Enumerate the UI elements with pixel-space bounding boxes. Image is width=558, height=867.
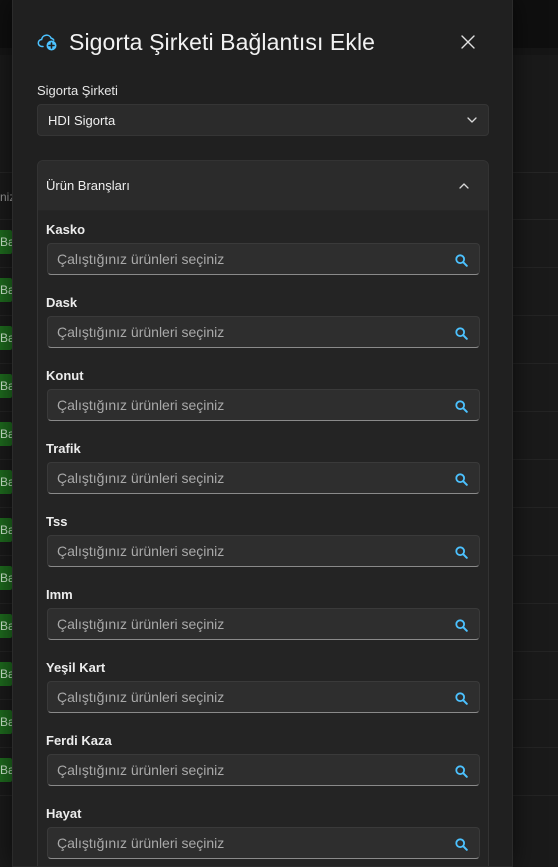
branch-label: Ferdi Kaza (46, 733, 112, 748)
branch-label: Dask (46, 295, 78, 310)
background-status-badge: Ba (0, 278, 12, 302)
branch-product-input[interactable] (47, 243, 480, 275)
branch-label: Hayat (46, 806, 82, 821)
branch-label: Konut (46, 368, 84, 383)
chevron-up-icon (459, 183, 469, 189)
branch-product-input[interactable] (47, 827, 480, 859)
branch-label: Yeşil Kart (46, 660, 106, 675)
branch-search-input[interactable] (57, 251, 437, 267)
close-button[interactable] (456, 30, 480, 54)
branch-label: Imm (46, 587, 73, 602)
branch-product-input[interactable] (47, 389, 480, 421)
branch-search-input[interactable] (57, 324, 437, 340)
dialog-title: Sigorta Şirketi Bağlantısı Ekle (69, 28, 376, 55)
branch-product-input[interactable] (47, 462, 480, 494)
branch-search-input[interactable] (57, 762, 437, 778)
branch-search-input[interactable] (57, 689, 437, 705)
branch-product-input[interactable] (47, 754, 480, 786)
close-icon (461, 35, 475, 49)
accordion-body: Kasko Dask Konut Trafik Tss Imm Yeşil Kart Ferd… (38, 211, 488, 866)
background-status-badge: Ba (0, 422, 12, 446)
branch-product-input[interactable] (47, 535, 480, 567)
background-status-badge: Ba (0, 566, 12, 590)
chevron-down-icon (467, 117, 477, 123)
company-select[interactable]: HDI Sigorta (37, 104, 489, 136)
search-icon[interactable] (455, 327, 468, 340)
company-select-value: HDI Sigorta (48, 112, 116, 128)
search-icon[interactable] (455, 546, 468, 559)
branch-product-input[interactable] (47, 681, 480, 713)
search-icon[interactable] (455, 473, 468, 486)
search-icon[interactable] (455, 619, 468, 632)
search-icon[interactable] (455, 765, 468, 778)
branch-label: Tss (46, 514, 68, 529)
background-status-badge: Ba (0, 710, 12, 734)
branch-search-input[interactable] (57, 835, 437, 851)
company-label: Sigorta Şirketi (37, 83, 118, 98)
search-icon[interactable] (455, 692, 468, 705)
search-icon[interactable] (455, 838, 468, 851)
background-status-badge: Ba (0, 614, 12, 638)
branch-label: Trafik (46, 441, 81, 456)
background-status-badge: Ba (0, 470, 12, 494)
branch-search-input[interactable] (57, 543, 437, 559)
background-status-badge: Ba (0, 230, 12, 254)
product-branches-accordion: Ürün Branşları Kasko Dask Konut Trafik Tss Im… (37, 160, 489, 866)
search-icon[interactable] (455, 400, 468, 413)
branch-search-input[interactable] (57, 616, 437, 632)
background-status-badge: Ba (0, 758, 12, 782)
cloud-add-icon (37, 31, 59, 53)
background-status-badge: Ba (0, 326, 12, 350)
branch-product-input[interactable] (47, 316, 480, 348)
dialog-header: Sigorta Şirketi Bağlantısı Ekle (37, 26, 488, 58)
background-status-badge: Ba (0, 518, 12, 542)
accordion-title: Ürün Branşları (46, 178, 130, 193)
branch-label: Kasko (46, 222, 86, 237)
branch-search-input[interactable] (57, 397, 437, 413)
search-icon[interactable] (455, 254, 468, 267)
background-status-badge: Ba (0, 374, 12, 398)
add-connection-dialog: Sigorta Şirketi Bağlantısı Ekle Sigorta … (12, 0, 513, 867)
background-status-badge: Ba (0, 662, 12, 686)
branch-search-input[interactable] (57, 470, 437, 486)
branch-product-input[interactable] (47, 608, 480, 640)
accordion-header[interactable]: Ürün Branşları (38, 161, 488, 211)
